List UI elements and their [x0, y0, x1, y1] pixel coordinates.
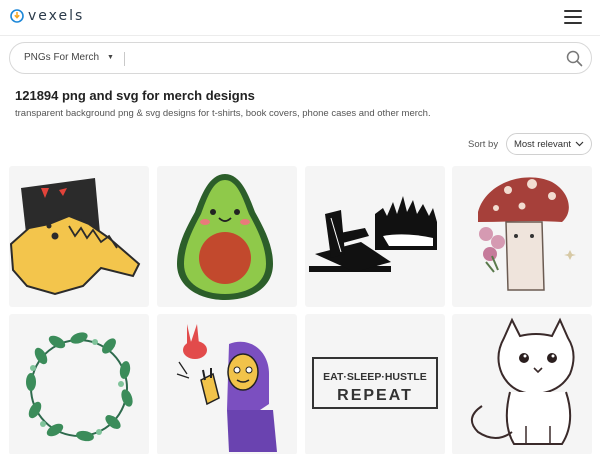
search-bar: PNGs For Merch ▼	[9, 42, 592, 74]
search-type-dropdown[interactable]: PNGs For Merch ▼	[24, 52, 114, 63]
eat-sleep-hustle-repeat-design: EAT·SLEEP·HUSTLE REPEAT	[312, 357, 438, 409]
results-subtitle: transparent background png & svg designs…	[15, 108, 431, 119]
sort-selected-value: Most relevant	[513, 138, 572, 150]
top-header: vexels	[0, 0, 600, 36]
leaf-wreath-design	[26, 332, 133, 442]
mushroom-cat-design	[478, 177, 576, 291]
design-card-cute-cat[interactable]	[452, 314, 592, 454]
caret-down-icon: ▼	[107, 54, 114, 61]
design-card-hooded-character[interactable]	[157, 314, 297, 454]
sort-select[interactable]: Most relevant	[506, 133, 592, 155]
search-input[interactable]	[132, 49, 552, 69]
design-text-line1: EAT·SLEEP·HUSTLE	[323, 371, 427, 383]
design-text-line2: REPEAT	[337, 387, 413, 404]
brand-name: vexels	[28, 8, 85, 24]
search-type-label: PNGs For Merch	[24, 52, 100, 63]
chevron-down-icon	[575, 141, 584, 147]
crocodile-design	[9, 178, 141, 296]
vexels-logo-icon	[10, 9, 24, 23]
sort-by-label: Sort by	[468, 139, 499, 150]
hooded-character-design	[176, 324, 277, 452]
search-icon[interactable]	[566, 50, 583, 67]
design-card-leaf-wreath[interactable]	[9, 314, 149, 454]
design-card-lake-chair[interactable]	[305, 166, 445, 307]
design-card-crocodile[interactable]	[9, 166, 149, 307]
design-card-avocado[interactable]	[157, 166, 297, 307]
design-card-eat-sleep-hustle-repeat[interactable]: EAT·SLEEP·HUSTLE REPEAT	[305, 314, 445, 454]
cute-cat-outline-design	[471, 317, 575, 445]
search-divider	[124, 52, 125, 66]
lake-chair-silhouette-design	[309, 196, 437, 272]
results-title: 121894 png and svg for merch designs	[15, 88, 255, 103]
avocado-design	[177, 174, 273, 300]
design-card-mushroom-cat[interactable]	[452, 166, 592, 307]
vexels-logo[interactable]: vexels	[10, 8, 84, 24]
hamburger-menu-icon[interactable]	[564, 10, 582, 24]
